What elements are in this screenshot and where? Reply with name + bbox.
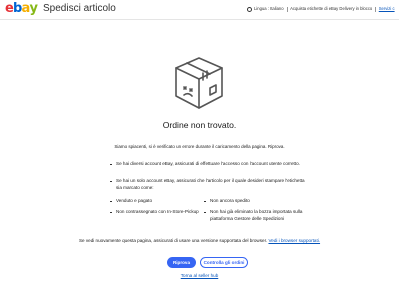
seller-hub-link[interactable]: Torna al seller hub: [0, 273, 399, 278]
status-requirement-item: Non hai già eliminato la bozza importata…: [203, 209, 303, 222]
header-links: Lingua : Italiano Acquista etichette di …: [247, 6, 395, 12]
ebay-logo[interactable]: ebay: [5, 1, 38, 16]
damaged-box-icon: [175, 57, 223, 109]
page-title: Ordine non trovato.: [162, 120, 237, 130]
logo-letter-e: e: [5, 1, 14, 16]
services-link[interactable]: Servizi c: [379, 6, 395, 12]
list-item: Se hai un solo account eBay, assicurati …: [109, 178, 309, 191]
logo-letter-y: y: [29, 1, 38, 16]
retry-button[interactable]: Riprova: [167, 257, 196, 268]
status-requirement-item: Non contrassegnato con In-Store-Pickup: [109, 209, 199, 216]
check-orders-button[interactable]: Controlla gli ordini: [200, 257, 248, 268]
supported-browsers-link[interactable]: Vedi i browser supportati.: [268, 238, 320, 243]
bulk-labels-link[interactable]: Acquista etichette di eBay Delivery in b…: [290, 6, 372, 12]
header-divider: [286, 6, 288, 12]
top-header: ebay Spedisci articolo Lingua : Italiano…: [0, 0, 399, 20]
header-divider: [375, 6, 376, 12]
logo-letter-a: a: [21, 1, 31, 16]
list-item: Se hai diversi account eBay, assicurati …: [109, 161, 309, 168]
browser-support-text: Se vedi nuovamente questa pagina, assicu…: [78, 238, 268, 243]
error-message: Siamo spiacenti, si è verificato un erro…: [114, 144, 285, 149]
logo-letter-b: b: [13, 1, 22, 16]
language-selector[interactable]: Lingua : Italiano: [254, 6, 284, 12]
page-heading: Spedisci articolo: [43, 3, 116, 14]
status-requirement-item: Venduto e pagato: [109, 198, 199, 205]
globe-icon: [247, 6, 252, 12]
status-requirement-item: Non ancora spedito: [203, 198, 293, 205]
browser-support-message: Se vedi nuovamente questa pagina, assicu…: [0, 238, 399, 243]
